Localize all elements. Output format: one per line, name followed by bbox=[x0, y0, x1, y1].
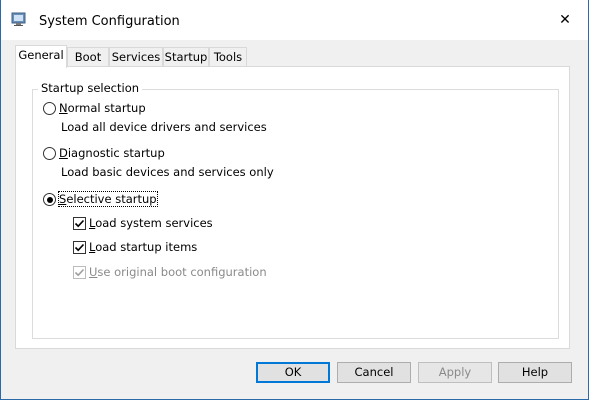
diagnostic-startup-label[interactable]: Diagnostic startup bbox=[59, 146, 165, 160]
window-title: System Configuration bbox=[39, 14, 180, 29]
tab-services-label: Services bbox=[111, 50, 161, 64]
selective-startup-label[interactable]: Selective startup bbox=[58, 191, 158, 207]
checkmark-icon bbox=[74, 243, 85, 252]
tab-general[interactable]: General bbox=[15, 45, 67, 68]
system-configuration-window: System Configuration ✕ General Boot Serv… bbox=[0, 0, 589, 400]
title-bar[interactable]: System Configuration ✕ bbox=[1, 0, 588, 40]
diagnostic-startup-description: Load basic devices and services only bbox=[61, 165, 274, 179]
normal-startup-radio[interactable] bbox=[43, 102, 56, 115]
close-icon: ✕ bbox=[559, 12, 571, 28]
normal-startup-label[interactable]: Normal startup bbox=[59, 101, 146, 115]
checkmark-icon bbox=[74, 268, 85, 277]
tab-boot[interactable]: Boot bbox=[67, 47, 109, 67]
general-tab-panel: Startup selection Normal startup Load al… bbox=[15, 66, 570, 349]
use-original-boot-config-checkbox bbox=[73, 266, 86, 279]
use-original-boot-config-label: Use original boot configuration bbox=[89, 265, 267, 279]
tab-startup[interactable]: Startup bbox=[163, 47, 209, 67]
load-startup-items-label[interactable]: Load startup items bbox=[89, 240, 197, 254]
msconfig-icon bbox=[11, 11, 27, 27]
apply-button: Apply bbox=[418, 362, 492, 383]
tab-tools[interactable]: Tools bbox=[209, 47, 247, 67]
tab-startup-label: Startup bbox=[164, 50, 208, 64]
ok-button[interactable]: OK bbox=[256, 362, 330, 383]
cancel-button[interactable]: Cancel bbox=[337, 362, 411, 383]
load-system-services-checkbox[interactable] bbox=[73, 217, 86, 230]
tab-tools-label: Tools bbox=[213, 50, 243, 64]
load-system-services-label[interactable]: Load system services bbox=[89, 216, 213, 230]
selective-startup-radio[interactable] bbox=[43, 193, 56, 206]
normal-startup-description: Load all device drivers and services bbox=[61, 120, 267, 134]
load-startup-items-checkbox[interactable] bbox=[73, 241, 86, 254]
tab-general-label: General bbox=[18, 48, 64, 62]
checkmark-icon bbox=[74, 219, 85, 228]
close-button[interactable]: ✕ bbox=[542, 0, 588, 40]
tab-boot-label: Boot bbox=[74, 50, 102, 64]
tab-services[interactable]: Services bbox=[109, 47, 163, 67]
startup-selection-title: Startup selection bbox=[38, 81, 143, 95]
help-button[interactable]: Help bbox=[498, 362, 572, 383]
diagnostic-startup-radio[interactable] bbox=[43, 147, 56, 160]
